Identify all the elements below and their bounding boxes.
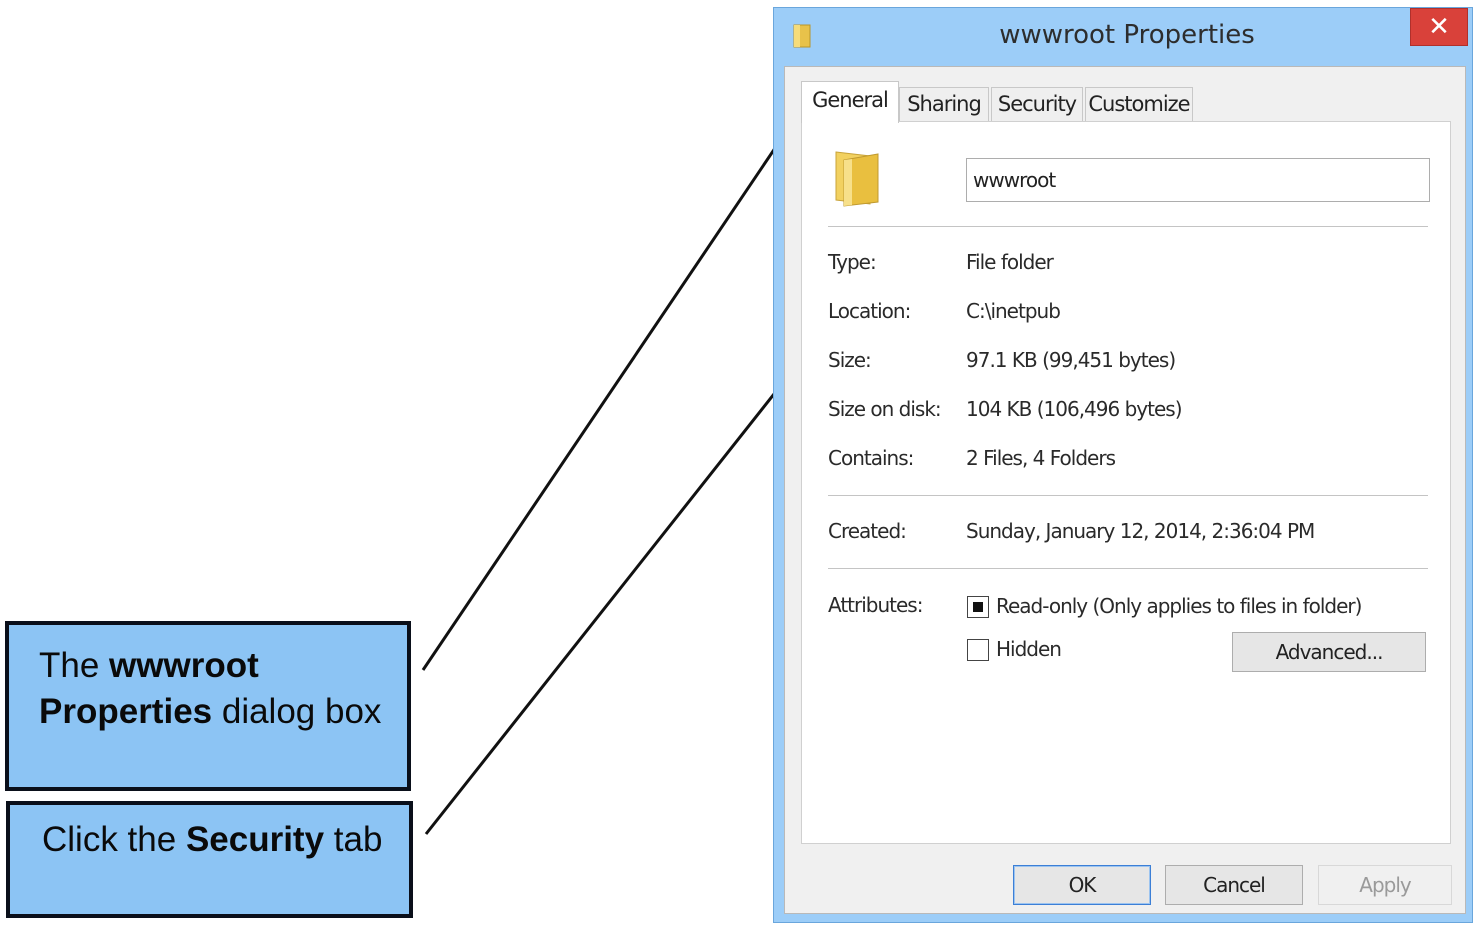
close-icon: ✕: [1428, 12, 1450, 42]
folder-name-field[interactable]: [966, 158, 1430, 202]
size-label: Size:: [828, 348, 872, 372]
callout-click-security: Click the Security tab: [6, 801, 413, 918]
readonly-label[interactable]: Read-only (Only applies to files in fold…: [996, 594, 1362, 618]
created-value: Sunday, January 12, 2014, 2:36:04 PM: [966, 519, 1315, 543]
advanced-button[interactable]: Advanced...: [1232, 632, 1426, 672]
callout1-text-pre: The: [39, 646, 110, 685]
tab-customize[interactable]: Customize: [1085, 87, 1193, 121]
hidden-checkbox[interactable]: [967, 639, 989, 661]
dialog-title: wwwroot Properties: [999, 20, 1255, 50]
size-on-disk-label: Size on disk:: [828, 397, 942, 421]
type-label: Type:: [828, 250, 877, 274]
separator: [828, 226, 1428, 227]
callout1-bold-wwwroot: wwwroot: [109, 646, 259, 685]
separator: [828, 568, 1428, 569]
close-button[interactable]: ✕: [1410, 8, 1468, 46]
callout2-text-post: tab: [324, 820, 383, 859]
tab-security-label: Security: [997, 92, 1077, 116]
location-label: Location:: [828, 299, 911, 323]
dialog-client-area: General Sharing Security Customize Type:…: [784, 66, 1466, 914]
separator: [828, 495, 1428, 496]
tab-security[interactable]: Security: [991, 87, 1083, 121]
callout2-bold-security: Security: [185, 820, 325, 859]
ok-button[interactable]: OK: [1013, 865, 1151, 905]
size-value: 97.1 KB (99,451 bytes): [966, 348, 1176, 372]
properties-dialog: wwwroot Properties ✕ General Sharing Sec…: [773, 7, 1473, 923]
size-on-disk-value: 104 KB (106,496 bytes): [966, 397, 1182, 421]
tab-sharing-label: Sharing: [907, 92, 982, 116]
location-value: C:\inetpub: [966, 299, 1061, 323]
created-label: Created:: [828, 519, 907, 543]
general-tab-panel: Type: File folder Location: C:\inetpub S…: [801, 121, 1451, 844]
type-value: File folder: [966, 250, 1054, 274]
callout-dialog-description: The wwwroot Properties dialog box: [5, 621, 411, 791]
folder-icon: [830, 146, 886, 215]
tab-sharing[interactable]: Sharing: [899, 87, 989, 121]
tab-customize-label: Customize: [1088, 92, 1190, 116]
title-bar[interactable]: wwwroot Properties ✕: [774, 8, 1472, 66]
tab-general-label: General: [812, 88, 889, 112]
apply-button[interactable]: Apply: [1318, 865, 1452, 905]
attributes-label: Attributes:: [828, 593, 923, 617]
tab-general[interactable]: General: [801, 81, 899, 123]
contains-value: 2 Files, 4 Folders: [966, 446, 1116, 470]
callout1-bold-properties: Properties: [39, 692, 213, 731]
hidden-label[interactable]: Hidden: [996, 637, 1062, 661]
callout2-text-pre: Click the: [42, 820, 186, 859]
callout1-text-post: dialog box: [212, 692, 382, 731]
contains-label: Contains:: [828, 446, 914, 470]
cancel-button[interactable]: Cancel: [1165, 865, 1303, 905]
readonly-checkbox[interactable]: [967, 596, 989, 618]
